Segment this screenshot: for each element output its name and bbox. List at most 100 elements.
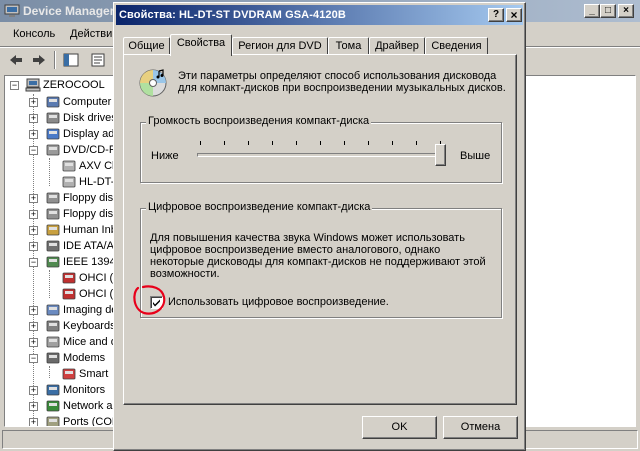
device-category-icon — [46, 240, 60, 252]
tree-category-item[interactable]: Imaging de — [63, 302, 117, 318]
tree-device-item[interactable]: AXV Cl — [79, 158, 114, 174]
device-category-icon — [62, 176, 76, 188]
red-annotation-circle — [133, 285, 166, 315]
tree-view-icon[interactable] — [63, 53, 79, 67]
ok-button[interactable]: OK — [362, 416, 437, 439]
tree-expand-toggle[interactable]: − — [29, 146, 38, 155]
tree-expand-toggle[interactable]: + — [29, 226, 38, 235]
tree-expand-toggle[interactable]: + — [29, 306, 38, 315]
properties-icon[interactable] — [90, 53, 106, 67]
tree-category-item[interactable]: IEEE 1394 — [63, 254, 116, 270]
tab-driver[interactable]: Драйвер — [369, 37, 425, 55]
device-category-icon — [62, 272, 76, 284]
cancel-button[interactable]: Отмена — [443, 416, 518, 439]
device-category-icon — [46, 336, 60, 348]
tab-general[interactable]: Общие — [123, 37, 170, 55]
tree-category-item[interactable]: Modems — [63, 350, 105, 366]
device-category-icon — [46, 304, 60, 316]
dialog-close-button[interactable]: × — [506, 8, 522, 22]
menu-action[interactable]: Действи — [70, 28, 112, 40]
toolbar-separator — [54, 51, 56, 69]
tree-expand-toggle[interactable]: − — [29, 354, 38, 363]
slider-tick — [296, 141, 297, 145]
tree-device-item[interactable]: OHCI ( — [79, 270, 113, 286]
dialog-title: Свойства: HL-DT-ST DVDRAM GSA-4120B — [119, 9, 346, 21]
back-arrow-icon[interactable] — [8, 53, 24, 67]
tree-category-item[interactable]: Computer — [63, 94, 111, 110]
minimize-button[interactable]: _ — [584, 4, 600, 18]
dialog-titlebar[interactable]: Свойства: HL-DT-ST DVDRAM GSA-4120B ? × — [116, 5, 523, 25]
device-category-icon — [46, 96, 60, 108]
tab-page: Эти параметры определяют способ использо… — [123, 54, 517, 405]
slider-tick — [368, 141, 369, 145]
slider-tick — [272, 141, 273, 145]
slider-tick — [248, 141, 249, 145]
description-text: Эти параметры определяют способ использо… — [178, 70, 506, 94]
tree-category-item[interactable]: Human Inb — [63, 222, 117, 238]
volume-low-label: Ниже — [151, 150, 179, 162]
volume-slider-thumb[interactable] — [435, 144, 446, 166]
device-category-icon — [46, 144, 60, 156]
tree-expand-toggle[interactable]: + — [29, 98, 38, 107]
volume-group-label: Громкость воспроизведения компакт-диска — [146, 115, 372, 127]
tree-device-item[interactable]: HL-DT- — [79, 174, 114, 190]
properties-dialog: Свойства: HL-DT-ST DVDRAM GSA-4120B ? × … — [113, 2, 526, 451]
tree-category-item[interactable]: Floppy disl — [63, 190, 116, 206]
device-category-icon — [46, 208, 60, 220]
tree-guide-line — [49, 270, 50, 298]
device-manager-app-icon — [4, 4, 20, 17]
slider-tick — [392, 141, 393, 145]
device-category-icon — [46, 112, 60, 124]
maximize-button[interactable]: □ — [600, 4, 616, 18]
tree-category-item[interactable]: Keyboards — [63, 318, 116, 334]
tree-expand-toggle[interactable]: + — [29, 130, 38, 139]
slider-tick — [200, 141, 201, 145]
computer-icon — [25, 78, 41, 92]
tree-category-item[interactable]: Monitors — [63, 382, 105, 398]
tree-root-toggle[interactable]: − — [10, 81, 19, 90]
digital-playback-label[interactable]: Использовать цифровое воспроизведение. — [168, 296, 389, 308]
tree-expand-toggle[interactable]: + — [29, 402, 38, 411]
device-category-icon — [62, 160, 76, 172]
tree-expand-toggle[interactable]: + — [29, 210, 38, 219]
tree-category-item[interactable]: DVD/CD-R — [63, 142, 117, 158]
tree-category-item[interactable]: Mice and o — [63, 334, 117, 350]
volume-high-label: Выше — [460, 150, 491, 162]
tab-properties[interactable]: Свойства — [170, 34, 232, 56]
tree-category-item[interactable]: Network a — [63, 398, 113, 414]
close-button[interactable]: × — [618, 4, 634, 18]
tab-dvd-region[interactable]: Регион для DVD — [232, 37, 328, 55]
tree-expand-toggle[interactable]: + — [29, 386, 38, 395]
cd-audio-icon — [139, 69, 167, 97]
tree-category-item[interactable]: IDE ATA/A — [63, 238, 114, 254]
volume-slider-track[interactable] — [197, 153, 445, 157]
tree-expand-toggle[interactable]: + — [29, 242, 38, 251]
device-category-icon — [46, 128, 60, 140]
tree-category-item[interactable]: Floppy disl — [63, 206, 116, 222]
tree-device-item[interactable]: OHCI ( — [79, 286, 113, 302]
device-category-icon — [46, 384, 60, 396]
slider-tick — [416, 141, 417, 145]
tree-expand-toggle[interactable]: − — [29, 258, 38, 267]
tab-details[interactable]: Сведения — [425, 37, 488, 55]
tree-expand-toggle[interactable]: + — [29, 114, 38, 123]
tree-device-item[interactable]: Smart — [79, 366, 108, 382]
tree-category-item[interactable]: Disk drives — [63, 110, 117, 126]
tree-root-label[interactable]: ZEROCOOL — [43, 77, 105, 93]
digital-description: Для повышения качества звука Windows мож… — [150, 232, 486, 280]
tab-volumes[interactable]: Тома — [328, 37, 369, 55]
slider-tick — [224, 141, 225, 145]
tree-expand-toggle[interactable]: + — [29, 322, 38, 331]
menu-console[interactable]: Консоль — [13, 28, 55, 40]
device-category-icon — [46, 224, 60, 236]
tree-guide-line — [49, 158, 50, 186]
forward-arrow-icon[interactable] — [31, 53, 47, 67]
device-manager-title: Device Manager — [23, 4, 115, 18]
tree-category-item[interactable]: Display ad — [63, 126, 114, 142]
tree-expand-toggle[interactable]: + — [29, 338, 38, 347]
device-category-icon — [46, 192, 60, 204]
tree-expand-toggle[interactable]: + — [29, 194, 38, 203]
device-category-icon — [46, 400, 60, 412]
tree-expand-toggle[interactable]: + — [29, 418, 38, 426]
help-button[interactable]: ? — [488, 8, 504, 22]
